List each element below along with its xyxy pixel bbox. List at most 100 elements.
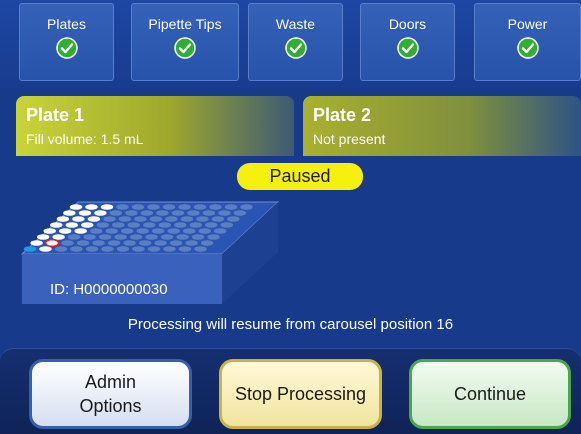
well [101,246,114,252]
well [147,246,161,252]
well [207,234,220,240]
well [138,240,152,246]
well [171,210,185,216]
status-label: Waste [275,16,316,32]
plate-name: Plate 2 [313,105,372,125]
well [176,234,189,240]
well [129,234,143,240]
stop-processing-button[interactable]: Stop Processing [219,359,382,429]
well [63,210,76,216]
button-label-line2: Options [79,396,142,416]
well [69,204,83,210]
check-icon [516,37,539,59]
well [85,246,99,252]
well [191,234,205,240]
well [147,204,160,210]
well [224,204,238,210]
status-bar: Plates Pipette Tips Waste Doors Power [0,0,581,88]
plate-1-panel[interactable]: Plate 1 Fill volume: 1.5 mL [16,96,294,156]
well [194,246,207,252]
well [132,246,145,252]
well [72,216,85,222]
well [23,246,37,252]
well [92,240,105,246]
well [178,246,192,252]
button-label-line1: Admin [84,372,136,392]
well [156,210,169,216]
well [134,216,147,222]
well [140,210,154,216]
well [131,204,145,210]
well [183,228,196,234]
well [74,228,87,234]
well [169,240,183,246]
well [118,216,132,222]
admin-options-button[interactable]: Admin Options [29,359,192,429]
status-label: Plates [47,16,86,32]
check-icon [55,37,78,59]
well [178,204,191,210]
well [103,216,116,222]
well [61,240,74,246]
well [54,246,68,252]
well [187,210,200,216]
plate-2-panel[interactable]: Plate 2 Not present [303,96,581,156]
plate-id: ID: H0000000030 [50,281,168,298]
status-doors: Doors [360,3,455,81]
well [163,246,176,252]
well [211,216,225,222]
well [52,234,65,240]
continue-button[interactable]: Continue [409,359,571,429]
well [87,216,101,222]
well [116,204,129,210]
well [100,204,114,210]
well [127,222,140,228]
well [76,240,90,246]
well [90,228,103,234]
well [214,228,227,234]
well [83,234,96,240]
well [43,228,56,234]
well [65,222,78,228]
well [121,228,134,234]
processing-message: Processing will resume from carousel pos… [127,316,454,333]
well [198,228,211,234]
well [56,216,70,222]
well [196,216,209,222]
well [185,240,198,246]
well [167,228,180,234]
well [70,246,83,252]
well [193,204,207,210]
well [180,216,194,222]
well [96,222,110,228]
well [189,222,202,228]
well [59,228,72,234]
well [205,222,218,228]
well [30,240,43,246]
status-plates: Plates [19,3,114,81]
paused-badge: Paused [237,163,363,190]
check-icon [396,37,419,59]
plate-name: Plate 1 [26,105,85,125]
well [158,222,171,228]
well [154,240,167,246]
well [220,222,233,228]
status-label: Power [507,16,548,32]
well [160,234,174,240]
well [50,222,63,228]
plate-status: Not present [313,131,386,147]
well [112,222,125,228]
well [152,228,165,234]
well [98,234,112,240]
well [78,210,92,216]
status-label: Doors [388,16,427,32]
well [202,210,216,216]
well [123,240,136,246]
well [240,204,253,210]
well [165,216,178,222]
well [233,210,247,216]
well [85,204,98,210]
well [162,204,176,210]
well [105,228,118,234]
well [174,222,187,228]
